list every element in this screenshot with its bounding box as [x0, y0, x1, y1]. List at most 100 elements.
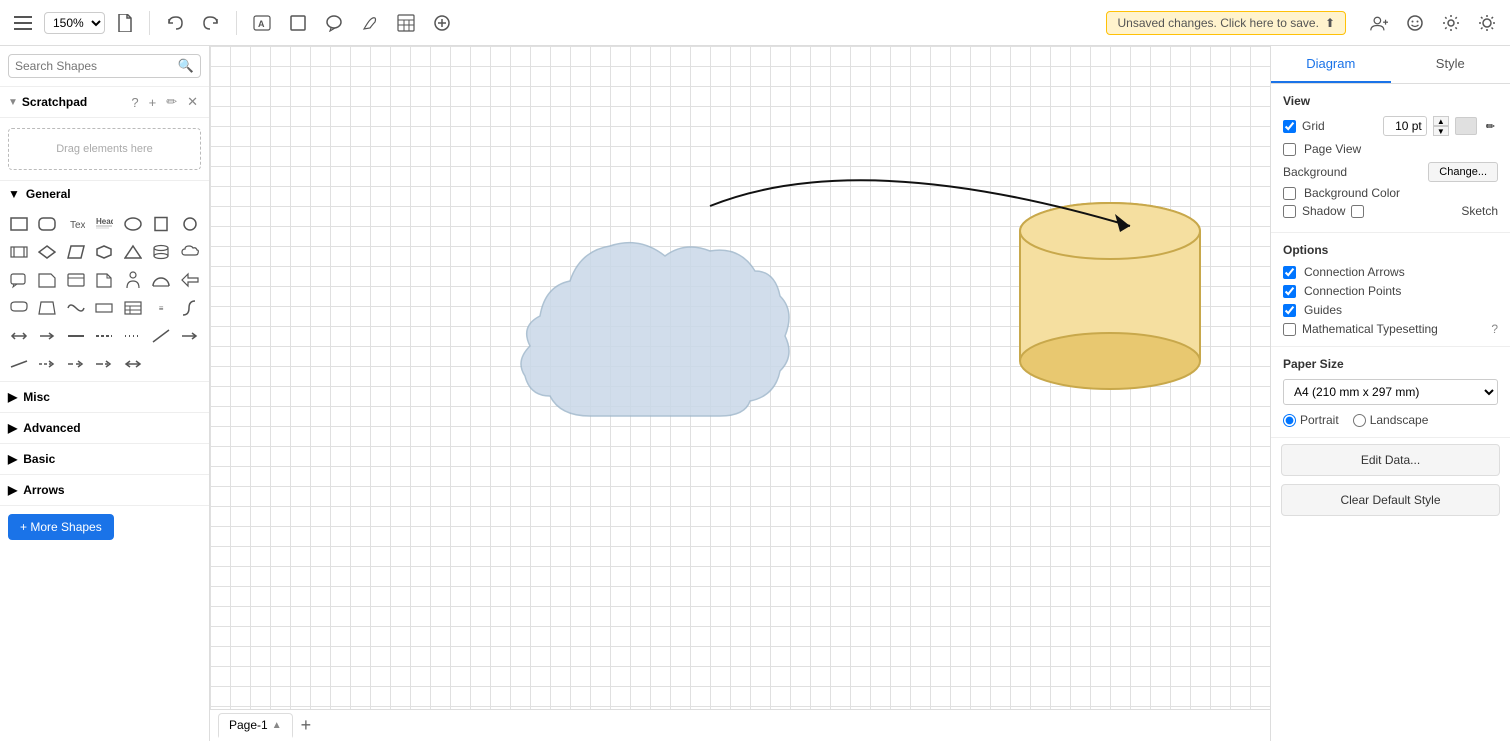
- scratchpad-edit-button[interactable]: ✏: [163, 93, 180, 111]
- shape-double-arrow[interactable]: [6, 323, 32, 349]
- shape-square[interactable]: [148, 211, 174, 237]
- advanced-header[interactable]: ▶ Advanced: [0, 413, 209, 443]
- shape-plain-line[interactable]: [6, 351, 32, 377]
- text-tool-button[interactable]: A: [247, 10, 277, 36]
- shape-triangle[interactable]: [120, 239, 146, 265]
- grid-pt-input[interactable]: [1383, 116, 1427, 136]
- theme-button[interactable]: [1472, 10, 1502, 36]
- new-file-button[interactable]: [111, 10, 139, 36]
- connection-arrows-checkbox[interactable]: [1283, 266, 1296, 279]
- add-person-button[interactable]: [1364, 10, 1394, 36]
- shape-cross[interactable]: [91, 295, 117, 321]
- landscape-label[interactable]: Landscape: [1353, 413, 1429, 427]
- page-tab-1[interactable]: Page-1 ▲: [218, 713, 293, 738]
- shape-half-circle[interactable]: [148, 267, 174, 293]
- scratchpad-close-button[interactable]: ✕: [184, 93, 201, 111]
- grid-color-swatch[interactable]: [1455, 117, 1477, 135]
- shape-rounded-banner[interactable]: [6, 295, 32, 321]
- canvas-cloud-shape[interactable]: [510, 196, 810, 469]
- shape-dashed-line[interactable]: [91, 323, 117, 349]
- grid-checkbox[interactable]: [1283, 120, 1296, 133]
- portrait-radio[interactable]: [1283, 414, 1296, 427]
- pen-tool-button[interactable]: [355, 10, 385, 36]
- basic-header[interactable]: ▶ Basic: [0, 444, 209, 474]
- shape-arrow-right-bent[interactable]: [34, 323, 60, 349]
- shape-table[interactable]: [120, 295, 146, 321]
- bgcolor-checkbox[interactable]: [1283, 187, 1296, 200]
- settings-button[interactable]: [1436, 10, 1466, 36]
- shape-cloud[interactable]: [177, 239, 203, 265]
- shape-cylinder[interactable]: [148, 239, 174, 265]
- shadow-checkbox[interactable]: [1283, 205, 1296, 218]
- grid-up-button[interactable]: ▲: [1433, 116, 1449, 126]
- undo-button[interactable]: [160, 11, 190, 35]
- add-page-button[interactable]: +: [299, 713, 314, 738]
- page-view-checkbox[interactable]: [1283, 143, 1296, 156]
- shape-trapezoid[interactable]: [34, 295, 60, 321]
- landscape-radio[interactable]: [1353, 414, 1366, 427]
- shape-wave[interactable]: [63, 295, 89, 321]
- shape-arrow-line[interactable]: [177, 323, 203, 349]
- sketch-checkbox[interactable]: [1351, 205, 1364, 218]
- shape-solid-line[interactable]: [63, 323, 89, 349]
- clear-default-style-button[interactable]: Clear Default Style: [1281, 484, 1500, 516]
- shape-diagonal-line[interactable]: [148, 323, 174, 349]
- search-input[interactable]: [15, 59, 178, 73]
- scratchpad-add-button[interactable]: +: [146, 94, 160, 111]
- general-category-header[interactable]: ▼ General: [0, 181, 209, 207]
- shape-page[interactable]: [91, 267, 117, 293]
- shape-list[interactable]: ≡: [148, 295, 174, 321]
- connection-points-checkbox[interactable]: [1283, 285, 1296, 298]
- shape-circle[interactable]: [177, 211, 203, 237]
- shape-arrow-left[interactable]: [177, 267, 203, 293]
- misc-header[interactable]: ▶ Misc: [0, 382, 209, 412]
- shape-s-curve[interactable]: [177, 295, 203, 321]
- search-button[interactable]: 🔍: [178, 58, 194, 74]
- arrows-header[interactable]: ▶ Arrows: [0, 475, 209, 505]
- shape-ellipse[interactable]: [120, 211, 146, 237]
- shape-dotted-line[interactable]: [120, 323, 146, 349]
- shape-dashed-arrow[interactable]: [34, 351, 60, 377]
- more-shapes-button[interactable]: + More Shapes: [8, 514, 114, 540]
- shape-callout[interactable]: [6, 267, 32, 293]
- tab-diagram[interactable]: Diagram: [1271, 46, 1391, 83]
- portrait-label[interactable]: Portrait: [1283, 413, 1339, 427]
- shape-long-dash-arrow[interactable]: [91, 351, 117, 377]
- canvas-cylinder-shape[interactable]: [1010, 201, 1210, 404]
- shape-process[interactable]: [6, 239, 32, 265]
- shape-diamond[interactable]: [34, 239, 60, 265]
- zoom-select[interactable]: 150% 100% 75% 50%: [44, 12, 105, 34]
- shape-hexagon[interactable]: [91, 239, 117, 265]
- math-checkbox[interactable]: [1283, 323, 1296, 336]
- insert-button[interactable]: [427, 10, 457, 36]
- grid-down-button[interactable]: ▼: [1433, 126, 1449, 136]
- shape-person[interactable]: [120, 267, 146, 293]
- sidebar-toggle-button[interactable]: [8, 12, 38, 34]
- scratchpad-help-button[interactable]: ?: [128, 94, 141, 111]
- shape-tool-button[interactable]: [283, 10, 313, 36]
- shape-rounded-rect[interactable]: [34, 211, 60, 237]
- canvas[interactable]: [210, 46, 1270, 709]
- guides-checkbox[interactable]: [1283, 304, 1296, 317]
- grid-edit-button[interactable]: ✏: [1483, 119, 1498, 134]
- shape-rect[interactable]: [6, 211, 32, 237]
- shape-text[interactable]: Text: [63, 211, 89, 237]
- edit-data-button[interactable]: Edit Data...: [1281, 444, 1500, 476]
- redo-button[interactable]: [196, 11, 226, 35]
- paper-size-select[interactable]: A4 (210 mm x 297 mm) A3 (297 mm x 420 mm…: [1283, 379, 1498, 405]
- shape-two-dash-arrow[interactable]: [63, 351, 89, 377]
- tab-style[interactable]: Style: [1391, 46, 1510, 83]
- separator-1: [149, 11, 150, 35]
- emoji-button[interactable]: [1400, 10, 1430, 36]
- unsaved-banner[interactable]: Unsaved changes. Click here to save. ⬆: [1106, 11, 1346, 35]
- shape-double-ended-arrow[interactable]: [120, 351, 146, 377]
- shape-parallelogram[interactable]: [63, 239, 89, 265]
- shape-card[interactable]: [63, 267, 89, 293]
- change-background-button[interactable]: Change...: [1428, 162, 1498, 182]
- shape-note[interactable]: [34, 267, 60, 293]
- shape-heading[interactable]: Heading: [91, 211, 117, 237]
- bubble-tool-button[interactable]: [319, 10, 349, 36]
- math-help-icon[interactable]: ?: [1491, 322, 1498, 336]
- table-tool-button[interactable]: [391, 10, 421, 36]
- toolbar: 150% 100% 75% 50% A Unsaved changes. Cli…: [0, 0, 1510, 46]
